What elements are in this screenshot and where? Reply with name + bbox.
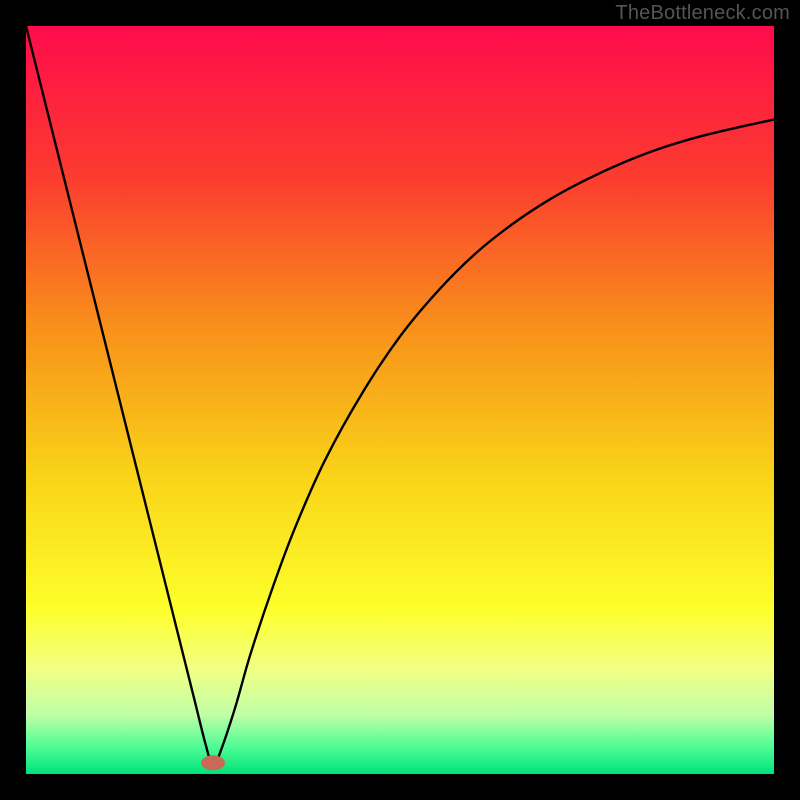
chart-svg	[26, 26, 774, 774]
watermark-text: TheBottleneck.com	[615, 2, 790, 25]
chart-background	[26, 26, 774, 774]
chart-min-marker	[201, 755, 225, 770]
chart-frame: TheBottleneck.com	[0, 0, 800, 800]
chart-plot-area	[26, 26, 774, 774]
